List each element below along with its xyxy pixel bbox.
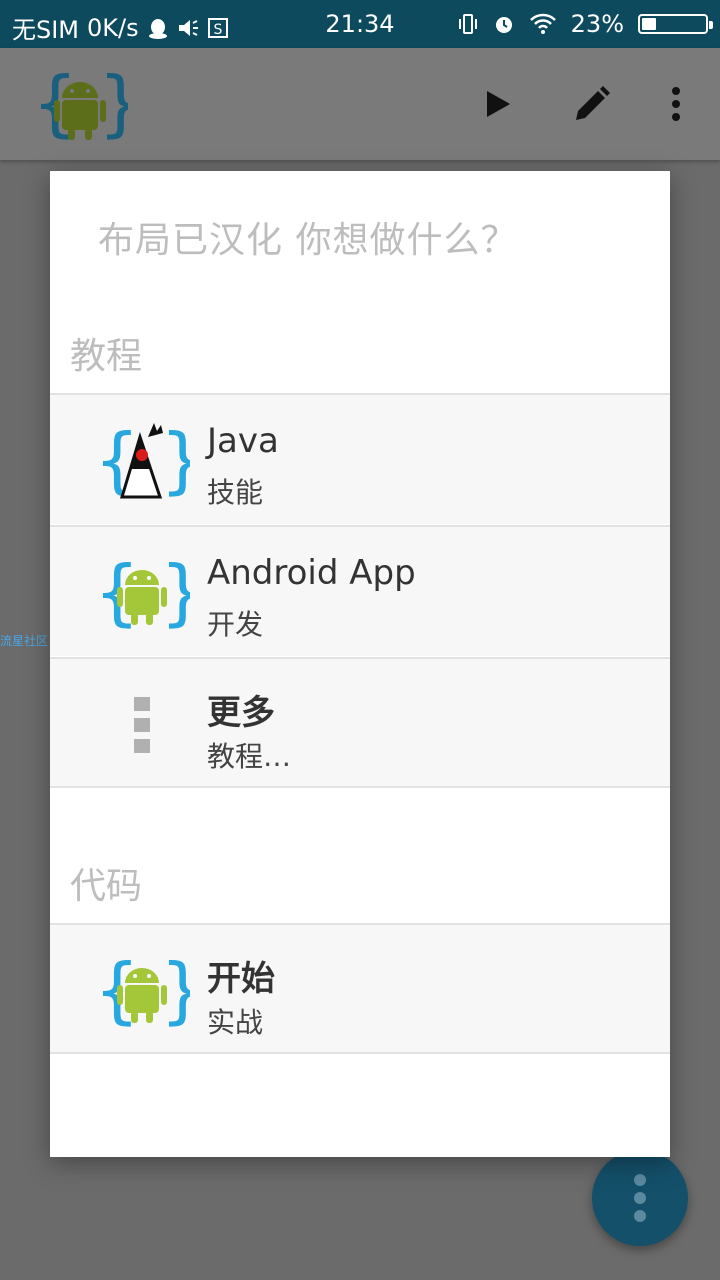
fab-dot	[634, 1174, 646, 1186]
status-right: 23%	[457, 10, 713, 38]
fab-dot	[634, 1210, 646, 1222]
section-header-code: 代码	[70, 866, 143, 907]
svg-text:}: }	[160, 419, 190, 502]
java-duke-icon: { }	[94, 419, 190, 502]
item-title: Android App	[207, 553, 416, 593]
overflow-menu-button[interactable]	[650, 78, 702, 130]
list-item-more[interactable]: 更多 教程…	[50, 657, 670, 788]
list-item-android-app[interactable]: { } Android App 开发	[50, 525, 670, 656]
side-caption: 流星社区	[0, 634, 49, 648]
android-logo-icon[interactable]: { }	[32, 62, 128, 146]
item-title: 开始	[207, 959, 275, 999]
status-bar: 无SIM 0K/s S 21:34 23%	[0, 0, 720, 48]
battery-fill	[642, 18, 657, 30]
section-header-tutorials: 教程	[70, 336, 143, 377]
battery-percent: 23%	[570, 10, 624, 38]
item-title: 更多	[207, 693, 275, 733]
list-item-start[interactable]: { } 开始 实战	[50, 923, 670, 1054]
vibrate-icon	[458, 14, 477, 34]
pencil-icon	[576, 86, 610, 120]
battery-icon	[638, 14, 713, 34]
android-icon: { }	[94, 551, 190, 634]
item-title: Java	[207, 421, 279, 461]
list-item-java[interactable]: { } Java 技能	[50, 393, 670, 524]
android-icon: { }	[94, 949, 190, 1032]
play-icon	[487, 91, 510, 117]
run-button[interactable]	[472, 78, 524, 130]
dialog-title: 布局已汉化 你想做什么？	[98, 220, 518, 261]
fab-dot	[634, 1192, 646, 1204]
overflow-menu-icon	[672, 87, 680, 121]
choice-dialog: 布局已汉化 你想做什么？ 教程 { } Java 技能 { } Android …	[50, 171, 670, 1157]
item-subtitle: 实战	[207, 1006, 264, 1039]
app-toolbar: { }	[0, 48, 720, 160]
item-subtitle: 开发	[207, 608, 264, 641]
item-subtitle: 技能	[207, 476, 264, 509]
more-dots-icon	[134, 697, 150, 753]
alarm-icon	[495, 17, 512, 33]
edit-button[interactable]	[566, 78, 618, 130]
fab-menu-button[interactable]	[592, 1150, 688, 1246]
item-subtitle: 教程…	[207, 740, 292, 773]
wifi-icon	[529, 13, 556, 34]
